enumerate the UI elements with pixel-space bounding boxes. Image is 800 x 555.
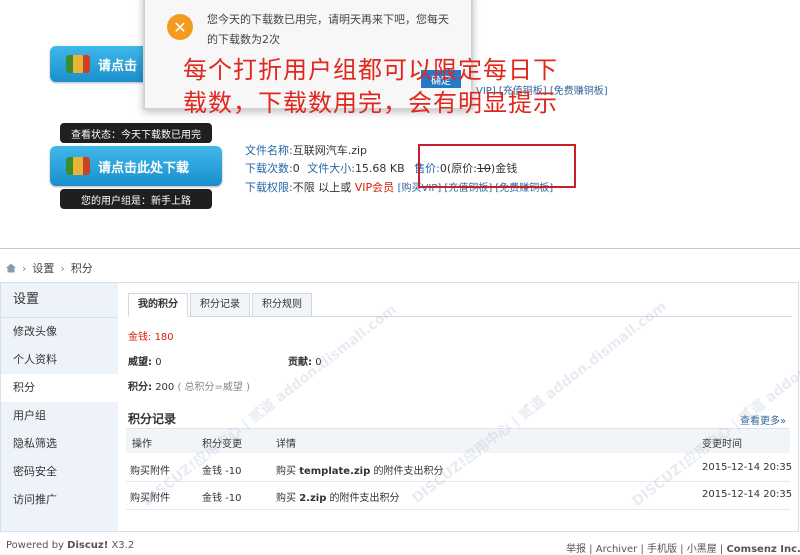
- sidebar-item-avatar[interactable]: 修改头像: [1, 318, 119, 346]
- row1-time: 2015-12-14 20:35: [702, 462, 793, 473]
- prestige-stat: 威望: 0: [128, 353, 162, 368]
- prestige-value: 0: [155, 357, 162, 368]
- sidebar-item-profile[interactable]: 个人资料: [1, 346, 119, 374]
- footer-links: 举报 | Archiver | 手机版 | 小黑屋 | Comsenz Inc.: [566, 544, 800, 555]
- tab-credit-rules[interactable]: 积分规则: [252, 293, 312, 317]
- file-name: 互联网汽车.zip: [292, 144, 368, 157]
- row2-detail-pre: 购买: [276, 493, 296, 504]
- row1-detail-pre: 购买: [276, 466, 296, 477]
- downloads-label: 下载次数:: [245, 162, 293, 175]
- download-button[interactable]: 请点击此处下载: [50, 146, 222, 186]
- annotation-line-1: 每个打折用户组都可以限定每日下: [183, 56, 558, 84]
- breadcrumb-settings[interactable]: 设置: [32, 260, 54, 276]
- header-detail: 详情: [276, 439, 296, 450]
- breadcrumb: › 设置 › 积分: [6, 260, 93, 276]
- dialog-message: 您今天的下载数已用完，请明天再来下吧，您每天的下载数为2次: [207, 13, 449, 46]
- home-icon[interactable]: [6, 263, 16, 273]
- powered-version: X3.2: [111, 540, 135, 551]
- status-tooltip: 查看状态：今天下载数已用完: [60, 123, 212, 143]
- file-name-label: 文件名称:: [245, 144, 293, 157]
- header-action: 操作: [132, 439, 152, 450]
- size-value: 15.68 KB: [354, 162, 405, 175]
- money-label: 金钱:: [128, 332, 152, 343]
- row1-detail-file[interactable]: template.zip: [299, 466, 370, 477]
- money-stat: 金钱: 180: [128, 328, 174, 343]
- divider: [0, 248, 800, 249]
- chevron-right-icon: ›: [22, 261, 27, 275]
- sidebar-item-credits[interactable]: 积分: [1, 374, 120, 402]
- sidebar-item-password[interactable]: 密码安全: [1, 458, 119, 486]
- points-note: ( 总积分=威望 ): [177, 382, 251, 393]
- powered-label: Powered by: [6, 540, 64, 551]
- row2-detail-file[interactable]: 2.zip: [299, 493, 326, 504]
- group-tooltip: 您的用户组是：新手上路: [60, 189, 212, 209]
- row-divider: [126, 509, 790, 510]
- powered-brand[interactable]: Discuz!: [67, 540, 108, 551]
- size-label: 文件大小:: [307, 162, 355, 175]
- price-highlight-box: [418, 144, 576, 188]
- sidebar-title: 设置: [1, 283, 119, 318]
- prestige-label: 威望:: [128, 357, 152, 368]
- points-stat: 积分: 200 ( 总积分=威望 ): [128, 378, 250, 393]
- points-value: 200: [155, 382, 175, 393]
- points-label: 积分:: [128, 382, 152, 393]
- sidebar-item-promotion[interactable]: 访问推广: [1, 486, 119, 514]
- tab-bar: 我的积分 积分记录 积分规则: [128, 293, 312, 317]
- row2-detail: 购买 2.zip 的附件支出积分: [276, 489, 400, 504]
- warning-icon: ✕: [167, 14, 193, 40]
- download-button-label: 请点击: [98, 58, 138, 74]
- download-icon: [66, 157, 90, 175]
- perm-vip: VIP会员: [354, 181, 395, 194]
- sidebar: 设置 修改头像 个人资料 积分 用户组 隐私筛选 密码安全 访问推广: [0, 282, 120, 532]
- annotation-line-2: 载数，下载数用完，会有明显提示: [183, 89, 558, 117]
- row2-detail-post: 的附件支出积分: [329, 493, 400, 504]
- money-value: 180: [154, 332, 174, 343]
- sidebar-item-usergroup[interactable]: 用户组: [1, 402, 119, 430]
- row-divider: [126, 481, 790, 482]
- tab-my-credits[interactable]: 我的积分: [128, 293, 188, 317]
- sidebar-item-privacy[interactable]: 隐私筛选: [1, 430, 119, 458]
- download-button-label: 请点击此处下载: [98, 160, 190, 176]
- file-name-row: 文件名称:互联网汽车.zip: [245, 142, 367, 158]
- downloads-value: 0: [292, 162, 300, 175]
- breadcrumb-credits[interactable]: 积分: [71, 260, 93, 276]
- tab-credit-log[interactable]: 积分记录: [190, 293, 250, 317]
- chevron-right-icon: ›: [60, 261, 65, 275]
- perm-label: 下载权限:: [245, 181, 293, 194]
- row2-time: 2015-12-14 20:35: [702, 489, 793, 500]
- row1-detail: 购买 template.zip 的附件支出积分: [276, 462, 443, 477]
- footer-powered: Powered by Discuz! X3.2: [6, 540, 134, 551]
- row2-change: 金钱 -10: [202, 493, 242, 504]
- perm-text: 不限 以上或: [292, 181, 352, 194]
- records-title: 积分记录: [128, 412, 177, 426]
- download-icon: [66, 55, 90, 73]
